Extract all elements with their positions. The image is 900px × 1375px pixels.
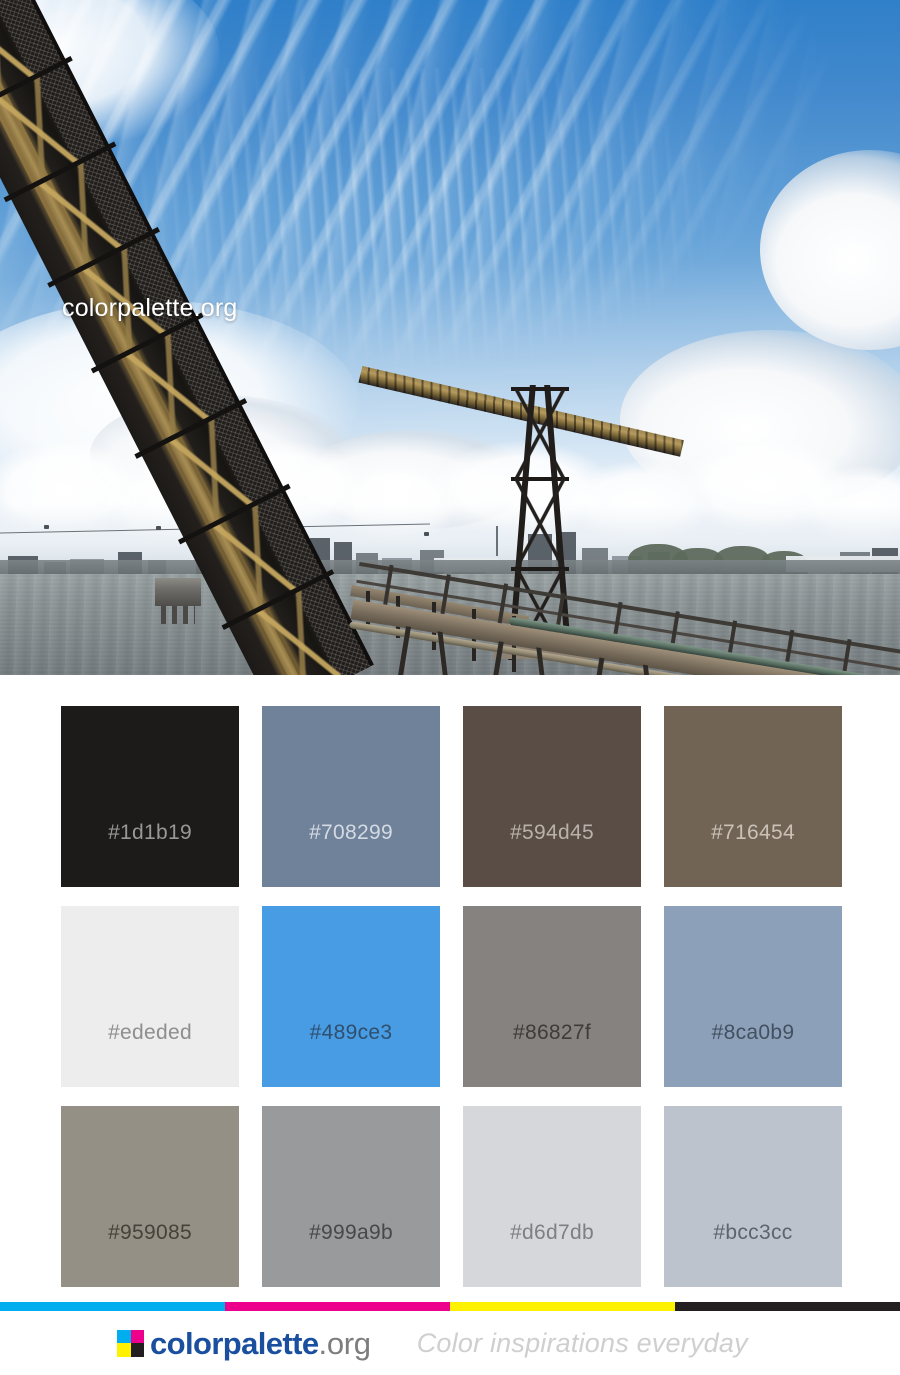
swatch-hex-label: #86827f <box>512 1021 591 1044</box>
photo-watermark: colorpalette.org <box>62 294 238 322</box>
tower-x-brace <box>513 479 567 567</box>
color-swatch[interactable]: #999a9b <box>262 1106 440 1287</box>
cmyk-segment-yellow <box>450 1302 675 1311</box>
color-swatch[interactable]: #1d1b19 <box>61 706 239 887</box>
color-palette-page: colorpalette.org #1d1b19 #708299 #594d45… <box>0 0 900 1375</box>
brand-name: colorpalette <box>150 1325 319 1361</box>
swatch-hex-label: #ededed <box>108 1021 192 1044</box>
cmyk-divider-bar <box>0 1302 900 1311</box>
crane-mast <box>496 526 498 556</box>
cable-car-pod <box>44 525 49 529</box>
swatch-hex-label: #bcc3cc <box>713 1221 793 1244</box>
site-tagline: Color inspirations everyday <box>416 1327 748 1358</box>
cable-car-pod <box>424 532 429 536</box>
color-swatch[interactable]: #489ce3 <box>262 906 440 1087</box>
cmyk-segment-magenta <box>225 1302 450 1311</box>
cmyk-segment-black <box>675 1302 900 1311</box>
color-swatch[interactable]: #716454 <box>664 706 842 887</box>
logo-tile-yellow <box>117 1343 131 1357</box>
cable-car-pod <box>156 526 161 530</box>
swatch-hex-label: #8ca0b9 <box>711 1021 795 1044</box>
swatch-hex-label: #489ce3 <box>309 1021 393 1044</box>
cmyk-segment-cyan <box>0 1302 225 1311</box>
swatch-hex-label: #999a9b <box>309 1221 393 1244</box>
swatch-hex-label: #716454 <box>711 821 795 844</box>
swatch-hex-label: #594d45 <box>510 821 594 844</box>
color-swatch[interactable]: #8ca0b9 <box>664 906 842 1087</box>
swatch-hex-label: #1d1b19 <box>108 821 192 844</box>
brand-tld: .org <box>318 1325 372 1361</box>
tower-x-brace <box>513 389 567 477</box>
color-swatch[interactable]: #86827f <box>463 906 641 1087</box>
swatch-hex-label: #959085 <box>108 1221 192 1244</box>
swatch-hex-label: #708299 <box>309 821 393 844</box>
cmyk-logo-icon <box>117 1329 144 1357</box>
site-footer: colorpalette .org Color inspirations eve… <box>0 1311 900 1375</box>
mooring-dolphin <box>155 578 201 624</box>
color-swatch[interactable]: #ededed <box>61 906 239 1087</box>
color-swatch-grid: #1d1b19 #708299 #594d45 #716454 #ededed … <box>61 706 842 1287</box>
color-swatch[interactable]: #959085 <box>61 1106 239 1287</box>
color-swatch[interactable]: #594d45 <box>463 706 641 887</box>
logo-tile-cyan <box>117 1329 131 1343</box>
color-swatch[interactable]: #bcc3cc <box>664 1106 842 1287</box>
logo-tile-black <box>130 1343 144 1357</box>
swatch-hex-label: #d6d7db <box>510 1221 594 1244</box>
brand-logo[interactable]: colorpalette .org <box>117 1328 371 1359</box>
color-swatch[interactable]: #708299 <box>262 706 440 887</box>
color-swatch[interactable]: #d6d7db <box>463 1106 641 1287</box>
logo-tile-magenta <box>130 1329 144 1343</box>
source-photo: colorpalette.org <box>0 0 900 675</box>
